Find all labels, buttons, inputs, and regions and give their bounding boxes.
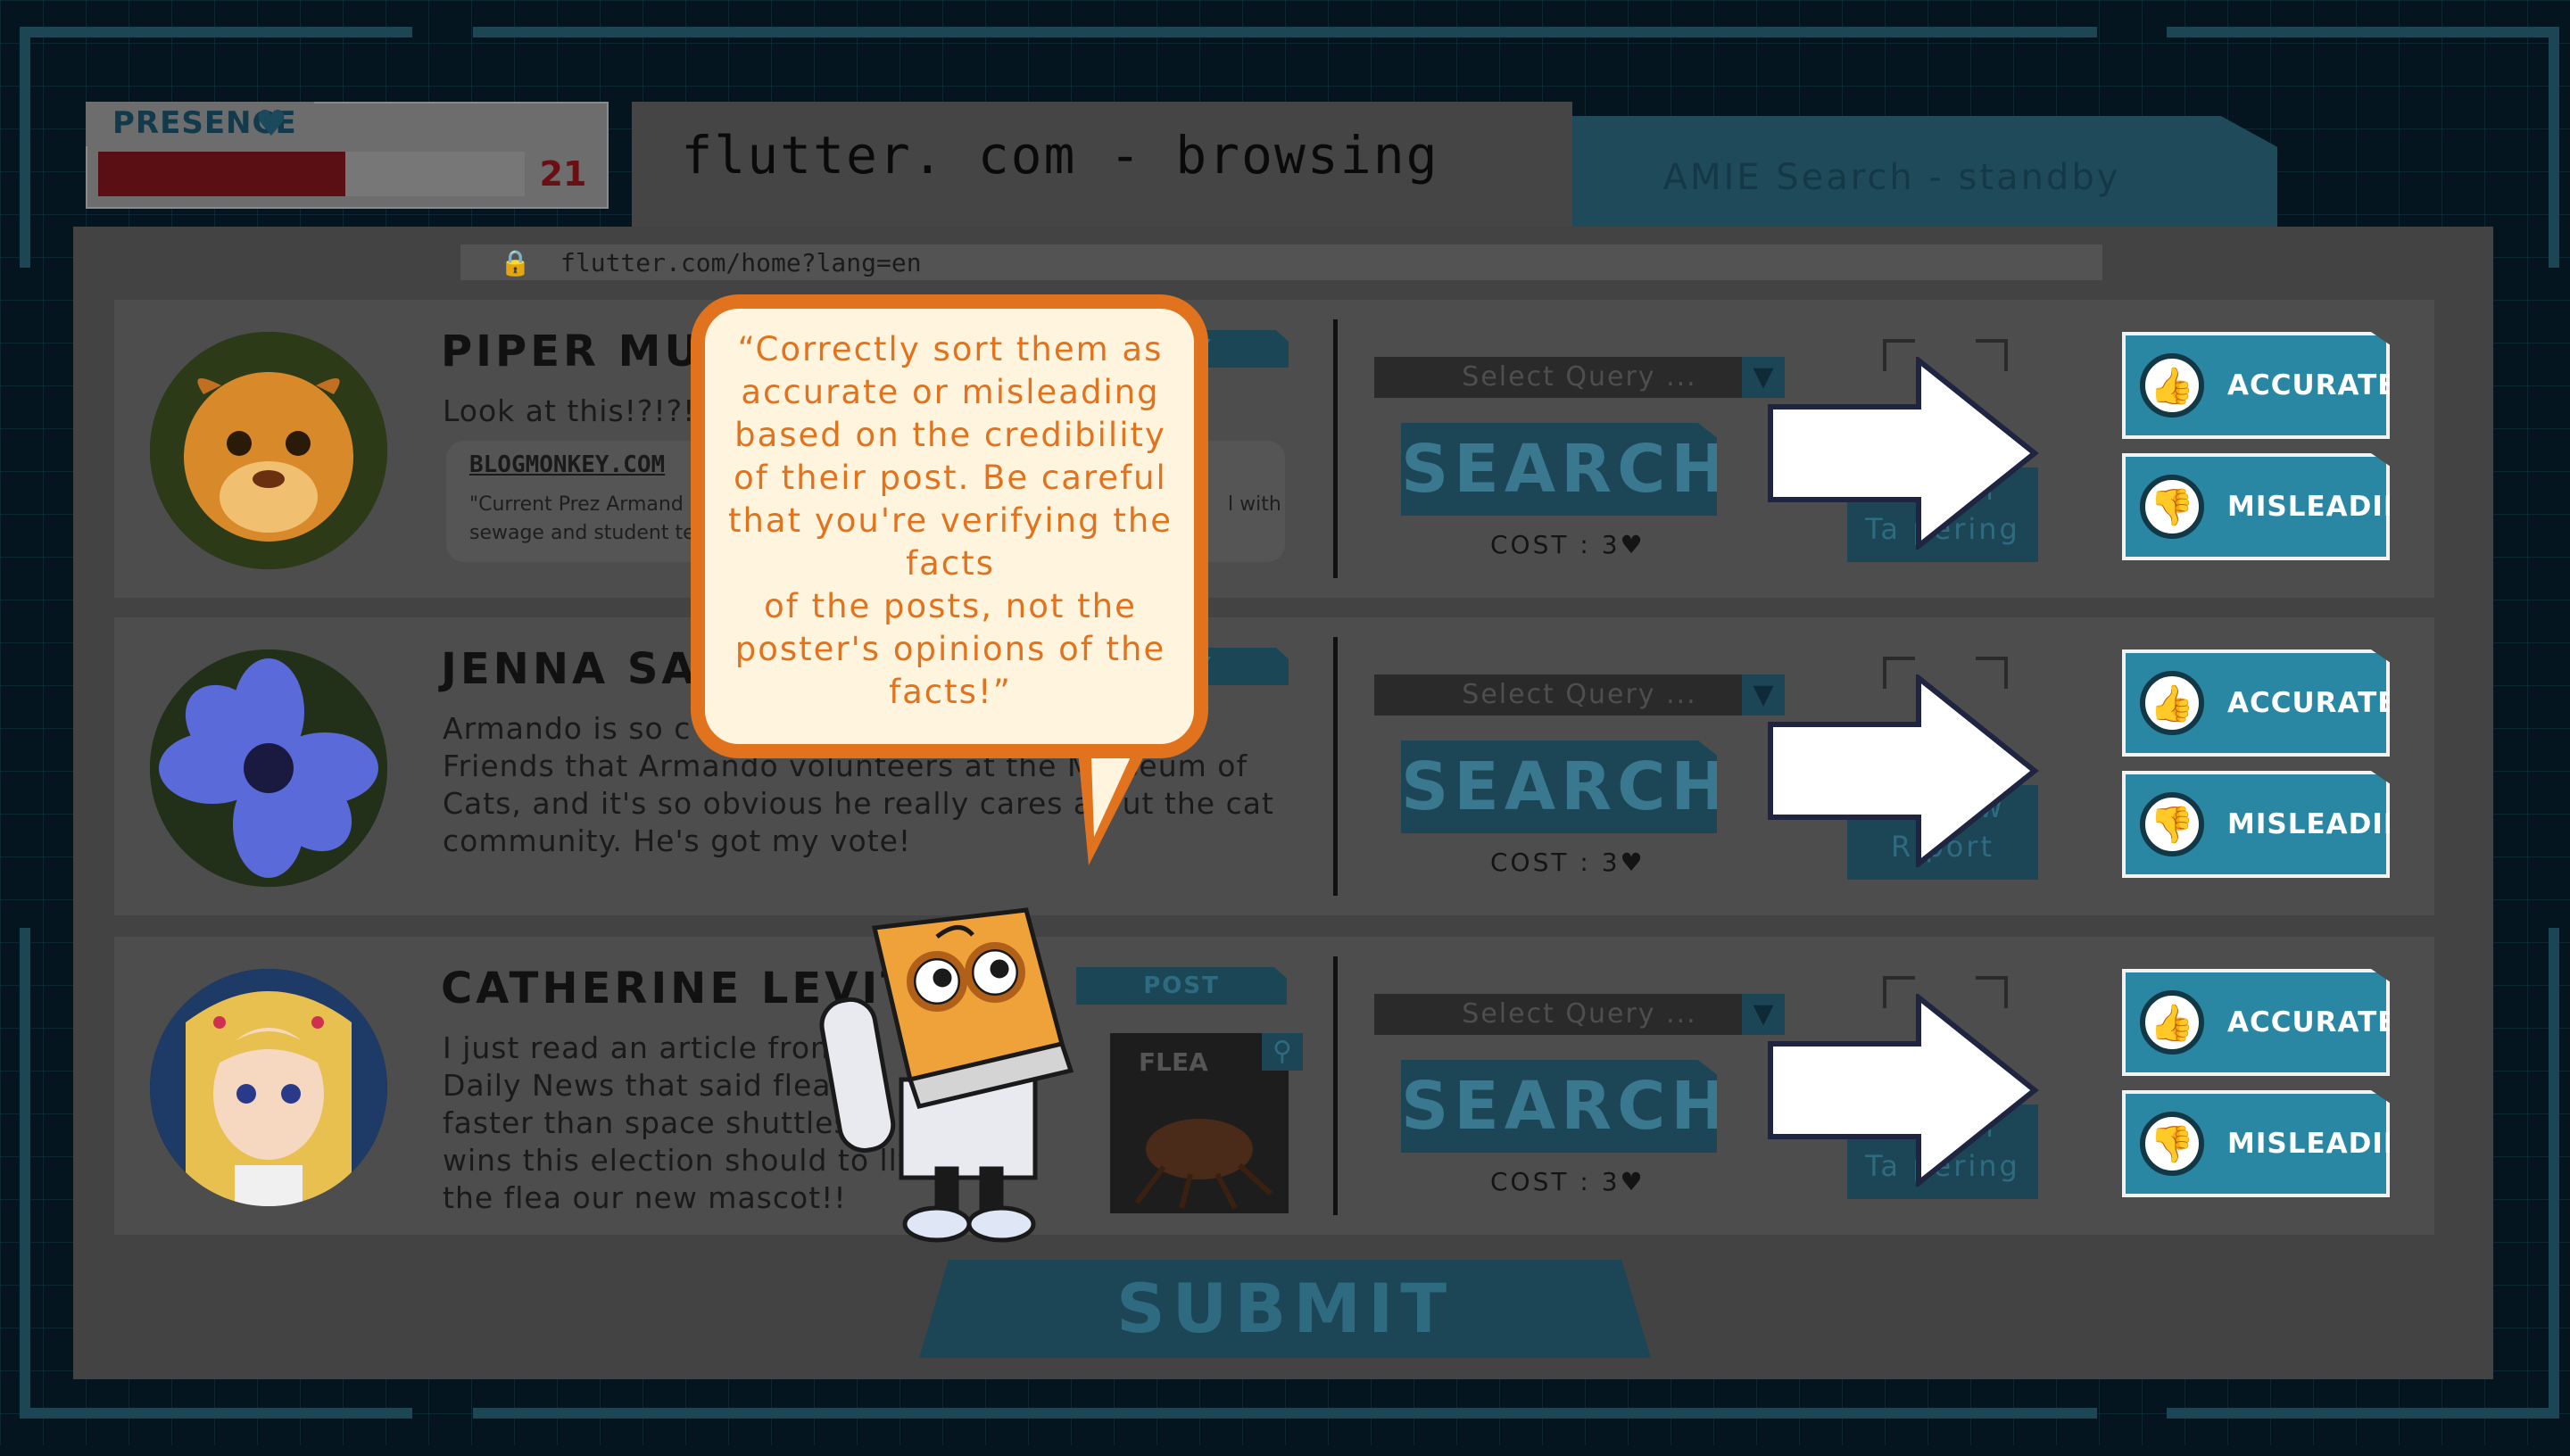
search-button[interactable]: SEARCH bbox=[1401, 1060, 1717, 1153]
frame-corner-bl bbox=[20, 1408, 412, 1419]
thumbs-down-icon: 👎 bbox=[2140, 792, 2204, 856]
accurate-button[interactable]: 👍 ACCURATE bbox=[2122, 332, 2390, 439]
arrow-right-icon bbox=[1768, 357, 2039, 550]
link-snippet-end: l with bbox=[1228, 493, 1281, 516]
accurate-label: ACCURATE bbox=[2227, 687, 2398, 719]
accurate-button[interactable]: 👍 ACCURATE bbox=[2122, 969, 2390, 1076]
heart-icon: ♥ bbox=[1620, 848, 1646, 877]
link-site: BLOGMONKEY.COM bbox=[469, 451, 666, 478]
thumbs-down-icon: 👎 bbox=[2140, 1112, 2204, 1176]
divider bbox=[1333, 637, 1338, 896]
query-select[interactable]: Select Query ... bbox=[1374, 357, 1785, 398]
frame-bottom-bar bbox=[473, 1408, 2097, 1419]
magnify-icon[interactable]: ⚲ bbox=[1262, 1033, 1303, 1071]
misleading-button[interactable]: 👎 MISLEADING bbox=[2122, 771, 2390, 878]
speech-bubble-text: “Correctly sort them as accurate or misl… bbox=[727, 330, 1173, 711]
divider bbox=[1333, 956, 1338, 1215]
flea-image-label: FLEA bbox=[1139, 1047, 1208, 1077]
presence-value: 21 bbox=[539, 154, 587, 194]
misleading-button[interactable]: 👎 MISLEADING bbox=[2122, 453, 2390, 560]
tab-amie-search-label: AMIE Search - standby bbox=[1662, 157, 2121, 198]
thumbs-up-icon: 👍 bbox=[2140, 671, 2204, 735]
presence-fill bbox=[98, 152, 345, 196]
arrow-right-icon bbox=[1768, 994, 2039, 1187]
mascot-character bbox=[819, 907, 1074, 1243]
frame-corner-tr bbox=[2167, 27, 2559, 37]
search-button[interactable]: SEARCH bbox=[1401, 740, 1717, 833]
avatar bbox=[150, 332, 387, 569]
avatar bbox=[150, 969, 387, 1206]
search-cost: COST : 3♥ bbox=[1490, 530, 1646, 559]
heart-icon: ♥ bbox=[1620, 1167, 1646, 1196]
thumbs-down-icon: 👎 bbox=[2140, 475, 2204, 539]
frame-right-bar bbox=[2549, 27, 2559, 268]
address-bar-url: flutter.com/home?lang=en bbox=[560, 248, 922, 277]
frame-top-bar bbox=[473, 27, 2097, 37]
search-cost: COST : 3♥ bbox=[1490, 1167, 1646, 1196]
frame-left-bar-low bbox=[20, 928, 30, 1417]
accurate-label: ACCURATE bbox=[2227, 1006, 2398, 1038]
search-cost: COST : 3♥ bbox=[1490, 848, 1646, 877]
search-button[interactable]: SEARCH bbox=[1401, 423, 1717, 516]
frame-corner-br bbox=[2167, 1408, 2559, 1419]
lock-icon: 🔒 bbox=[500, 248, 531, 277]
accurate-label: ACCURATE bbox=[2227, 369, 2398, 401]
thumbs-up-icon: 👍 bbox=[2140, 990, 2204, 1055]
divider bbox=[1333, 319, 1338, 578]
arrow-right-icon bbox=[1768, 674, 2039, 867]
frame-corner-tl bbox=[20, 27, 412, 37]
query-select[interactable]: Select Query ... bbox=[1374, 994, 1785, 1035]
misleading-button[interactable]: 👎 MISLEADING bbox=[2122, 1090, 2390, 1197]
submit-findings-button[interactable]: SUBMIT FINDINGS bbox=[919, 1260, 1651, 1358]
thumbs-up-icon: 👍 bbox=[2140, 353, 2204, 418]
avatar bbox=[150, 649, 387, 887]
heart-icon: ♥ bbox=[255, 103, 287, 145]
frame-left-bar bbox=[20, 27, 30, 268]
heart-icon: ♥ bbox=[1620, 530, 1646, 559]
frame-right-bar-low bbox=[2549, 928, 2559, 1417]
accurate-button[interactable]: 👍 ACCURATE bbox=[2122, 649, 2390, 757]
tab-flutter-label: flutter. com - browsing bbox=[681, 125, 1439, 186]
query-select[interactable]: Select Query ... bbox=[1374, 674, 1785, 716]
